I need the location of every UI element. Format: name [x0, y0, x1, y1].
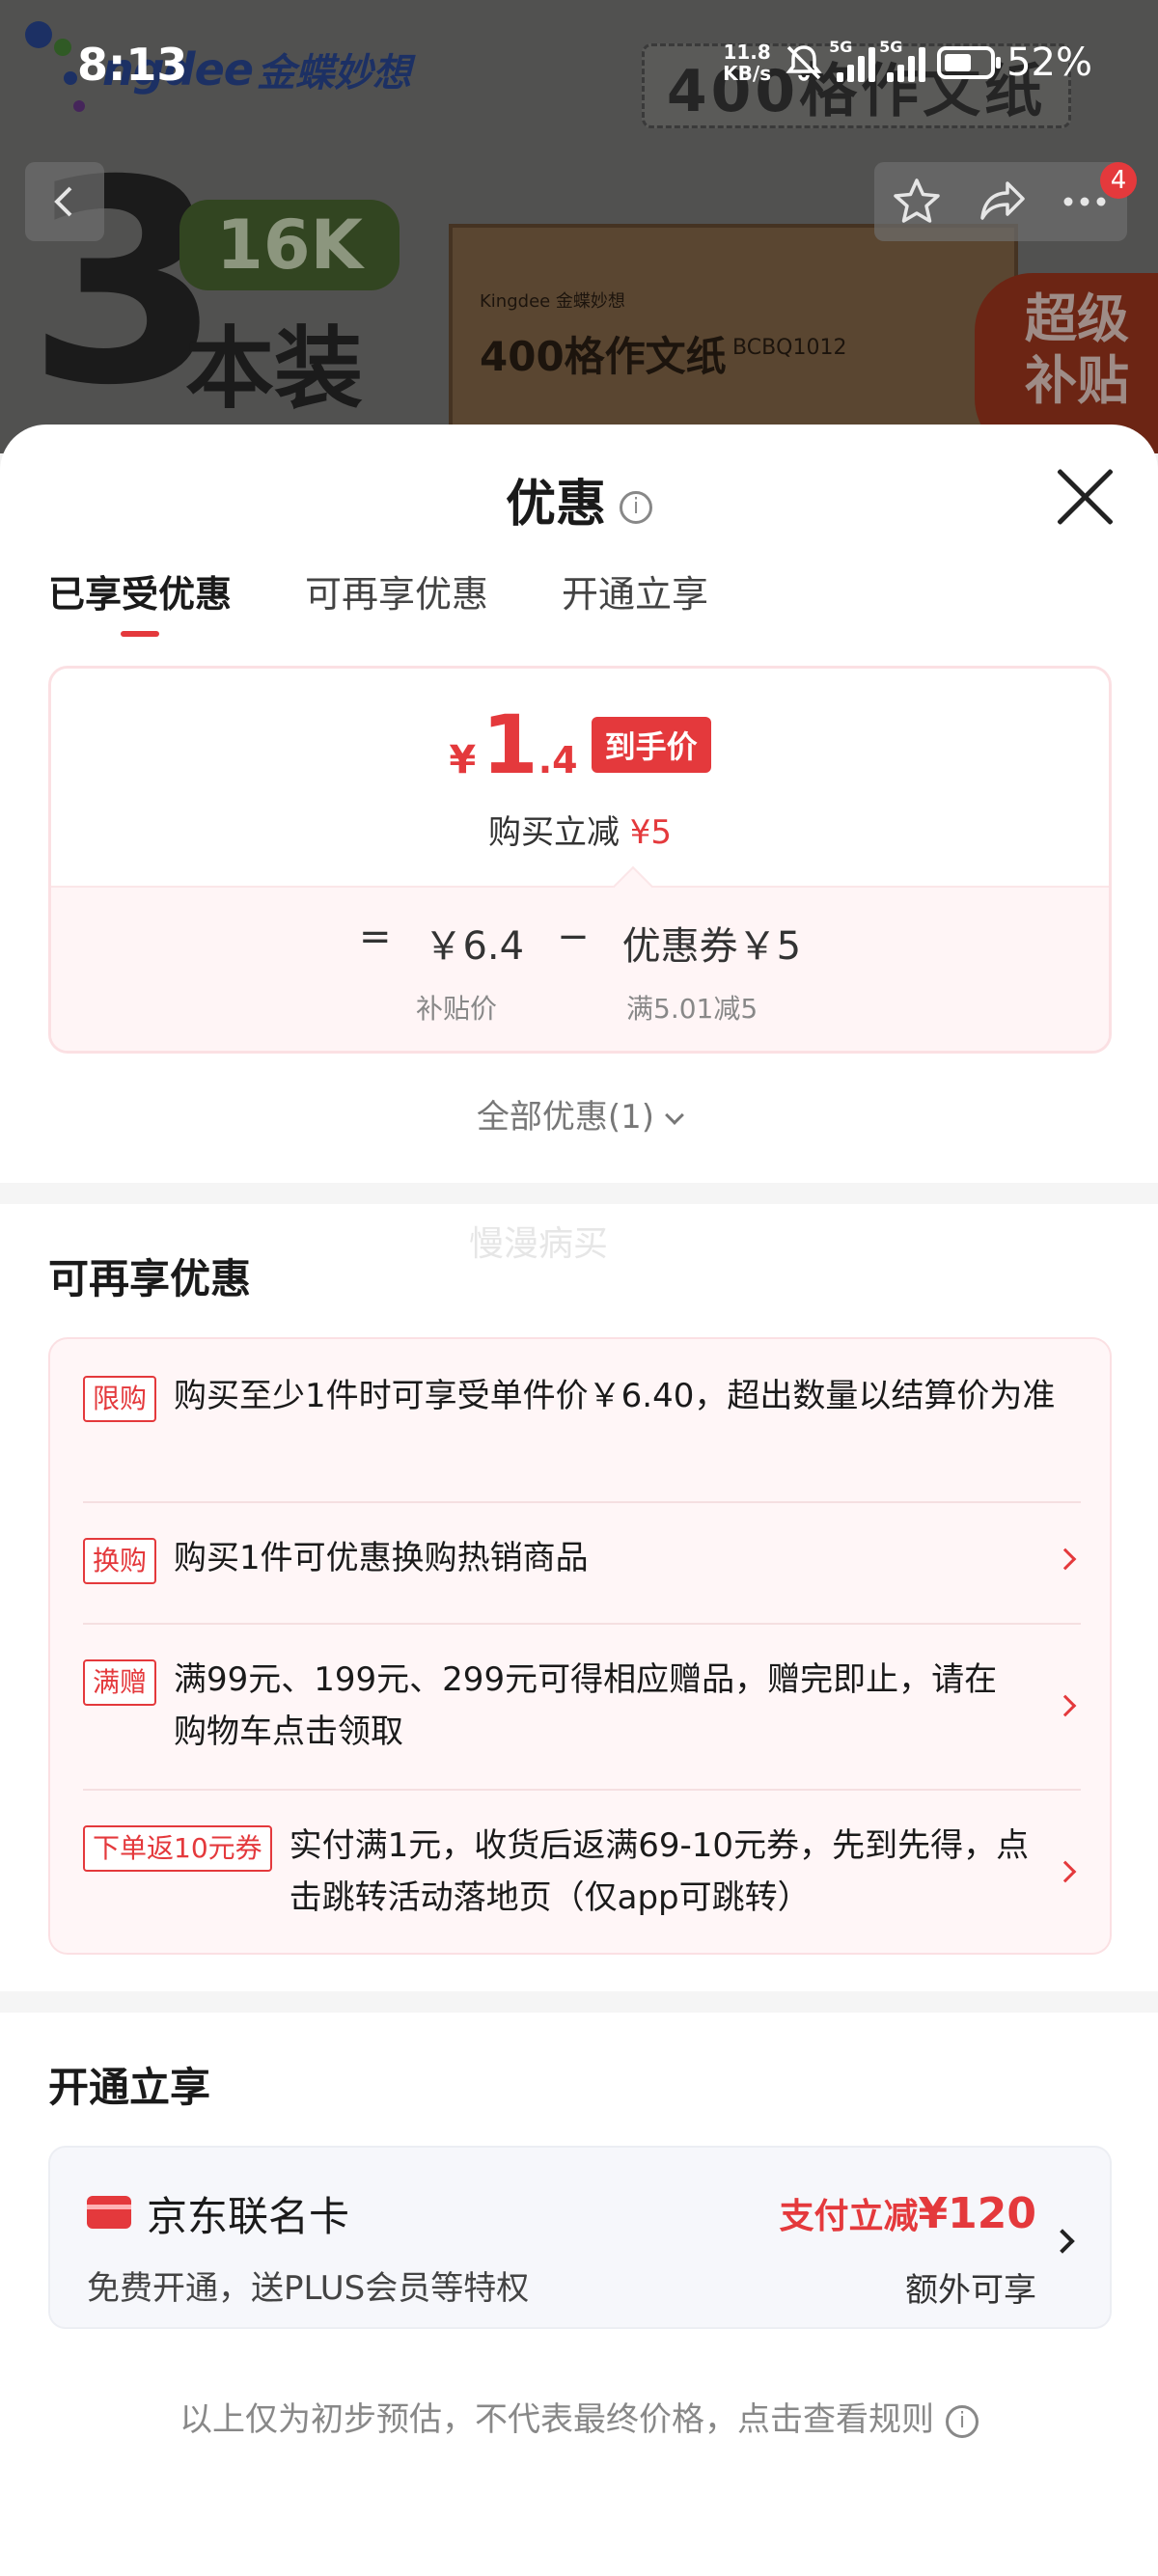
chevron-down-icon: [665, 1106, 684, 1125]
offers-sheet: 优惠 i 已享受优惠 可再享优惠 开通立享 ¥ 1 .4 到手价 购买立减 ¥5 …: [0, 425, 1158, 2576]
notification-badge: 4: [1100, 162, 1137, 199]
net-speed: 11.8 KB/s: [723, 41, 771, 84]
price-formula: = ￥6.4 − 优惠券￥5 补贴价 满5.01减5: [51, 886, 1109, 1051]
list-item[interactable]: 满赠 满99元、199元、299元可得相应赠品，赠完即止，请在购物车点击领取: [83, 1659, 1081, 1758]
chevron-right-icon: [1050, 2229, 1075, 2254]
card-extra: 额外可享: [905, 2271, 1036, 2310]
battery-fill: [945, 54, 972, 71]
price-summary: ¥ 1 .4 到手价 购买立减 ¥5: [51, 669, 1109, 886]
watermark-text: 慢漫病买: [469, 1224, 609, 1264]
signal-2-label: 5G: [879, 38, 903, 56]
net-speed-unit: KB/s: [723, 62, 772, 85]
final-price-tag: 到手价: [591, 717, 711, 773]
chevron-right-icon: [1054, 1860, 1077, 1883]
rules-footnote[interactable]: 以上仅为初步预估，不代表最终价格，点击查看规则 i: [0, 2393, 1158, 2440]
status-time: 8:13: [77, 39, 188, 91]
battery-percent: 52%: [1006, 41, 1092, 85]
card-description: 免费开通，送PLUS会员等特权: [87, 2269, 530, 2308]
formula-coupon: 优惠券￥5: [621, 924, 802, 969]
card-promo-prefix: 支付立减: [779, 2197, 919, 2236]
sheet-title: 优惠: [505, 476, 606, 534]
offer-tag: 限购: [83, 1376, 157, 1422]
offer-tag: 下单返10元券: [83, 1825, 272, 1872]
section-more-offers-title: 可再享优惠: [48, 1255, 252, 1302]
final-price: ¥ 1 .4 到手价: [51, 698, 1109, 792]
list-item[interactable]: 下单返10元券 实付满1元，收货后返满69-10元券，先到先得，点击跳转活动落地…: [83, 1825, 1081, 1924]
footnote-text: 以上仅为初步预估，不代表最终价格，点击查看规则: [179, 2400, 934, 2439]
share-icon[interactable]: [975, 176, 1027, 228]
status-bar: 8:13 11.8 KB/s 5G 5G 52%: [0, 0, 1158, 135]
formula-equals: =: [358, 915, 392, 959]
reduce-label: 购买立减: [487, 813, 620, 852]
chevron-left-icon: [54, 186, 72, 217]
price-integer: 1: [482, 698, 538, 792]
battery-icon: [937, 46, 1002, 79]
list-item[interactable]: 换购 购买1件可优惠换购热销商品: [83, 1538, 1081, 1584]
offer-tag: 换购: [83, 1538, 157, 1584]
section-divider: [0, 1183, 1158, 1204]
offer-text: 购买至少1件时可享受单件价￥6.40，超出数量以结算价为准: [174, 1377, 1056, 1415]
section-divider: [0, 1991, 1158, 2013]
price-card: ¥ 1 .4 到手价 购买立减 ¥5 = ￥6.4 − 优惠券￥5 补贴价 满5…: [48, 666, 1112, 1054]
tab-activate-offers[interactable]: 开通立享: [562, 564, 708, 637]
info-icon[interactable]: i: [620, 491, 652, 524]
back-button[interactable]: [25, 162, 104, 241]
star-icon[interactable]: [891, 176, 943, 228]
list-divider: [83, 1623, 1081, 1625]
offer-text: 实付满1元，收货后返满69-10元券，先到先得，点击跳转活动落地页（仅app可跳…: [289, 1826, 1030, 1917]
reduce-amount: ¥5: [629, 813, 673, 852]
jd-cobrand-card[interactable]: 京东联名卡 免费开通，送PLUS会员等特权 支付立减¥120 额外可享: [48, 2146, 1112, 2329]
formula-coupon-label: 满5.01减5: [626, 993, 758, 1025]
card-promo: 支付立减¥120: [780, 2188, 1036, 2238]
signal-icon-2: 5G: [879, 38, 926, 82]
list-divider: [83, 1789, 1081, 1791]
tab-enjoyed-offers[interactable]: 已享受优惠: [48, 564, 232, 637]
close-icon[interactable]: [1052, 463, 1119, 531]
offer-text: 满99元、199元、299元可得相应赠品，赠完即止，请在购物车点击领取: [174, 1660, 998, 1751]
chevron-right-icon: [1054, 1548, 1077, 1571]
formula-row: = ￥6.4 − 优惠券￥5: [51, 915, 1109, 971]
all-offers-label: 全部优惠(1): [476, 1098, 655, 1137]
formula-minus: −: [557, 915, 590, 959]
list-item: 限购 购买至少1件时可享受单件价￥6.40，超出数量以结算价为准: [83, 1376, 1081, 1422]
all-offers-toggle[interactable]: 全部优惠(1): [0, 1090, 1158, 1137]
signal-icon-1: 5G: [829, 38, 876, 82]
credit-card-icon: [87, 2196, 131, 2229]
mute-bell-icon: [786, 45, 822, 81]
chevron-right-icon: [1054, 1694, 1077, 1717]
offer-tag: 满赠: [83, 1659, 157, 1706]
list-divider: [83, 1501, 1081, 1503]
sheet-title-row: 优惠 i: [0, 463, 1158, 535]
formula-base-price: ￥6.4: [424, 924, 525, 969]
top-action-group: [874, 162, 1127, 241]
offer-tabs: 已享受优惠 可再享优惠 开通立享: [48, 564, 708, 637]
price-currency: ¥: [449, 738, 477, 782]
section-activate-title: 开通立享: [48, 2064, 211, 2111]
formula-base-label: 补贴价: [416, 993, 498, 1025]
card-name: 京东联名卡: [147, 2193, 350, 2240]
info-icon: i: [946, 2404, 979, 2438]
card-promo-amount: ¥120: [918, 2189, 1036, 2238]
tab-more-offers[interactable]: 可再享优惠: [305, 564, 488, 637]
status-icons: 11.8 KB/s 5G 5G 52%: [723, 38, 1092, 85]
price-decimal: .4: [538, 739, 578, 781]
reduce-line: 购买立减 ¥5: [51, 806, 1109, 853]
signal-1-label: 5G: [829, 38, 853, 56]
net-speed-value: 11.8: [723, 41, 771, 64]
more-offers-list: 限购 购买至少1件时可享受单件价￥6.40，超出数量以结算价为准 换购 购买1件…: [48, 1337, 1112, 1955]
offer-text: 购买1件可优惠换购热销商品: [174, 1539, 589, 1577]
